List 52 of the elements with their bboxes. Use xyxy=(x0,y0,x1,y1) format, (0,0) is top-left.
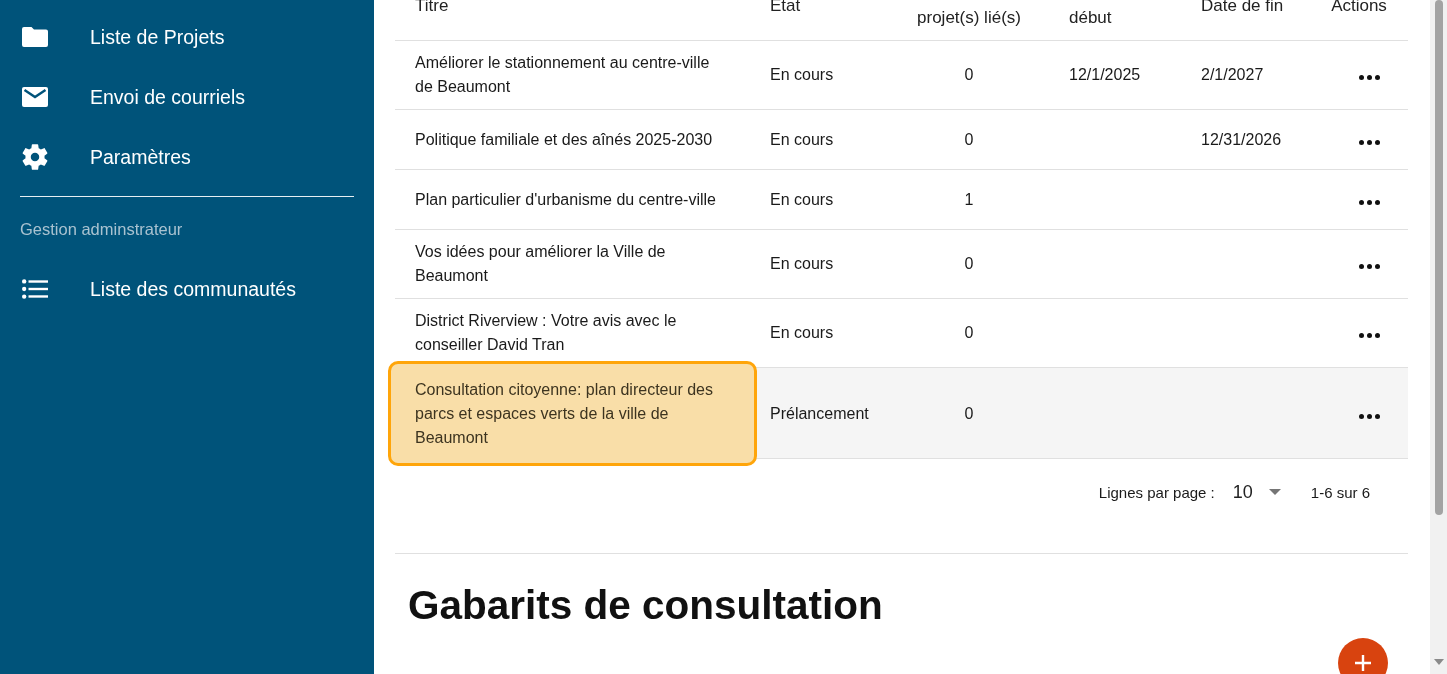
more-icon xyxy=(1358,139,1380,145)
count-text: 0 xyxy=(964,324,974,341)
table-row[interactable]: Plan particulier d'urbanisme du centre-ville En cours 1 xyxy=(395,170,1408,230)
date-text: 12/1/2025 xyxy=(1069,66,1141,83)
title-text: Vos idées pour améliorer la Ville de Beaumont xyxy=(415,243,666,284)
count-text: 0 xyxy=(964,66,974,83)
nav-item[interactable]: Envoi de courriels xyxy=(22,67,245,127)
status-text: En cours xyxy=(770,255,834,272)
column-header: Etat xyxy=(770,0,801,15)
column-header: début xyxy=(1069,8,1112,27)
section-heading: Gestion adminstrateur xyxy=(20,219,183,239)
more-icon xyxy=(1358,333,1380,338)
table-row[interactable]: Vos idées pour améliorer la Ville de Beaumont En cours 0 xyxy=(395,230,1408,299)
add-button[interactable] xyxy=(1338,638,1388,674)
rows-per-page-label: Lignes par page : xyxy=(1098,483,1215,501)
title-text: Améliorer le stationnement au centre-ville de Beaumont xyxy=(415,54,710,95)
envelope-icon xyxy=(22,87,48,107)
scroll-down-icon[interactable] xyxy=(1433,659,1444,665)
plus-icon xyxy=(1355,655,1371,671)
nav-item[interactable]: Paramètres xyxy=(22,127,191,187)
count-text: 0 xyxy=(964,130,974,148)
table-row[interactable]: Politique familiale et des aînés 2025-2030 En cours 0 12/31/2026 xyxy=(395,110,1408,170)
status-text: En cours xyxy=(770,324,834,341)
title-text: Plan particulier d'urbanisme du centre-ville xyxy=(415,190,716,208)
date-text: 12/31/2026 xyxy=(1201,130,1282,148)
more-icon xyxy=(1358,264,1380,269)
count-text: 0 xyxy=(964,255,974,272)
count-text: 1 xyxy=(964,190,974,208)
status-text: En cours xyxy=(770,66,834,83)
column-header: projet(s) lié(s) xyxy=(917,8,1021,27)
table-row[interactable]: Améliorer le stationnement au centre-ville de Beaumont En cours 0 12/1/2025 2/1/2027 xyxy=(395,41,1408,110)
nav-item[interactable]: Liste de Projets xyxy=(22,7,225,67)
scrollbar-thumb[interactable] xyxy=(1434,0,1443,515)
status-text: En cours xyxy=(770,130,834,148)
rows-per-page-select[interactable]: 10 xyxy=(1232,481,1281,503)
status-text: Prélancement xyxy=(770,404,869,422)
folder-icon xyxy=(22,27,48,47)
more-icon xyxy=(1358,75,1380,80)
settings-icon xyxy=(22,144,48,170)
title-text: Consultation citoyenne: plan directeur des parcs et espaces verts de la ville de Beaumont xyxy=(415,381,713,446)
page-range: 1-6 sur 6 xyxy=(1310,483,1370,501)
more-icon xyxy=(1358,413,1380,419)
section-title: Gabarits de consultation xyxy=(408,581,883,629)
nav-item[interactable]: Liste des communautés xyxy=(22,259,296,319)
caret-icon xyxy=(1268,489,1281,495)
list-icon xyxy=(22,279,48,299)
status-text: En cours xyxy=(770,190,834,208)
date-text: 2/1/2027 xyxy=(1201,66,1264,83)
title-text: Politique familiale et des aînés 2025-2030 xyxy=(415,130,713,148)
title-text: District Riverview : Votre avis avec le conseiller David Tran xyxy=(415,312,677,353)
count-text: 0 xyxy=(964,404,974,422)
more-icon xyxy=(1358,199,1380,205)
